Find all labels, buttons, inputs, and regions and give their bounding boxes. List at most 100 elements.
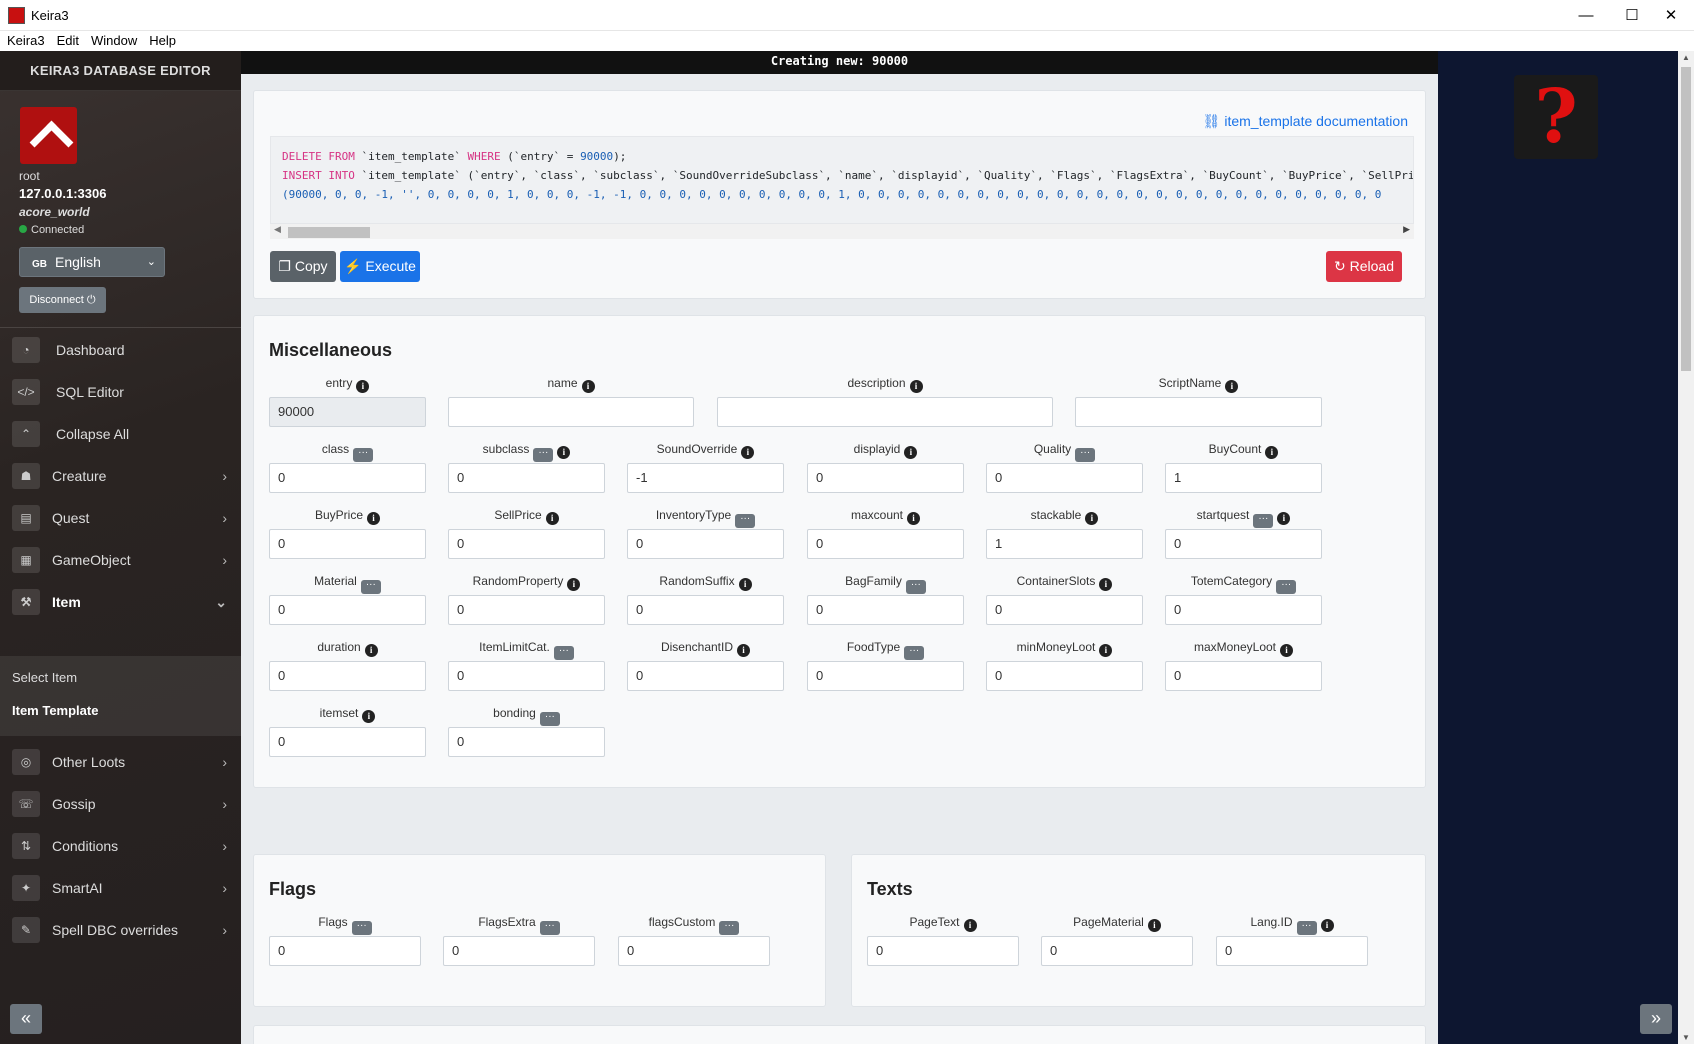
selector-button[interactable]: ··· (1276, 580, 1297, 594)
buyprice-input[interactable]: 0 (269, 529, 426, 559)
randomproperty-input[interactable]: 0 (448, 595, 605, 625)
duration-input[interactable]: 0 (269, 661, 426, 691)
description-input[interactable] (717, 397, 1053, 427)
scriptname-input[interactable] (1075, 397, 1322, 427)
sql-horizontal-scrollbar[interactable]: ◀ ▶ (270, 224, 1414, 239)
maxmoneyloot-input[interactable]: 0 (1165, 661, 1322, 691)
selector-button[interactable]: ··· (1075, 448, 1096, 462)
info-icon[interactable]: i (907, 512, 921, 525)
sidebar-item-sql-editor[interactable]: </> SQL Editor (0, 371, 241, 413)
selector-button[interactable]: ··· (905, 580, 926, 594)
copy-button[interactable]: ❐ Copy (270, 251, 336, 282)
containerslots-input[interactable]: 0 (986, 595, 1143, 625)
sidebar-subitem-item-template[interactable]: Item Template (12, 703, 98, 718)
menu-help[interactable]: Help (149, 31, 176, 48)
info-icon[interactable]: i (738, 578, 752, 591)
info-icon[interactable]: i (1099, 578, 1113, 591)
pagetext-input[interactable]: 0 (867, 936, 1019, 966)
flags-input[interactable]: 0 (269, 936, 421, 966)
startquest-input[interactable]: 0 (1165, 529, 1322, 559)
sellprice-input[interactable]: 0 (448, 529, 605, 559)
selector-button[interactable]: ··· (719, 921, 740, 935)
pagematerial-input[interactable]: 0 (1041, 936, 1193, 966)
sidebar-item-quest[interactable]: ▤ Quest › (0, 497, 241, 539)
sidebar-item-other-loots[interactable]: ◎ Other Loots › (0, 741, 241, 783)
class-input[interactable]: 0 (269, 463, 426, 493)
info-icon[interactable]: i (557, 446, 571, 459)
itemset-input[interactable]: 0 (269, 727, 426, 757)
sidebar-subitem-select-item[interactable]: Select Item (12, 670, 77, 685)
flagsextra-input[interactable]: 0 (443, 936, 595, 966)
selector-button[interactable]: ··· (904, 646, 925, 660)
selector-button[interactable]: ··· (1296, 921, 1317, 935)
execute-button[interactable]: ⚡ Execute (340, 251, 420, 282)
sidebar-item-creature[interactable]: ☗ Creature › (0, 455, 241, 497)
minmoneyloot-input[interactable]: 0 (986, 661, 1143, 691)
sidebar-item-gameobject[interactable]: ▦ GameObject › (0, 539, 241, 581)
lang-id-input[interactable]: 0 (1216, 936, 1368, 966)
maxcount-input[interactable]: 0 (807, 529, 964, 559)
info-icon[interactable]: i (741, 446, 755, 459)
selector-button[interactable]: ··· (1253, 514, 1274, 528)
info-icon[interactable]: i (362, 710, 376, 723)
sidebar-item-item[interactable]: ⚒ Item ⌄ (0, 581, 241, 623)
selector-button[interactable]: ··· (533, 448, 554, 462)
sidebar-item-collapse-all[interactable]: ⌃ Collapse All (0, 413, 241, 455)
sidebar-item-dashboard[interactable]: ◔ Dashboard (0, 329, 241, 371)
selector-button[interactable]: ··· (553, 646, 574, 660)
selector-button[interactable]: ··· (353, 448, 374, 462)
inventorytype-input[interactable]: 0 (627, 529, 784, 559)
info-icon[interactable]: i (1320, 919, 1334, 932)
info-icon[interactable]: i (909, 380, 923, 393)
documentation-link[interactable]: ⛓ item_template documentation (1203, 113, 1408, 130)
info-icon[interactable]: i (567, 578, 581, 591)
displayid-input[interactable]: 0 (807, 463, 964, 493)
quality-input[interactable]: 0 (986, 463, 1143, 493)
sidebar-item-smartai[interactable]: ✦ SmartAI › (0, 867, 241, 909)
scrollbar-thumb[interactable] (1681, 67, 1691, 371)
soundoverride-input[interactable]: -1 (627, 463, 784, 493)
selector-button[interactable]: ··· (360, 580, 381, 594)
vertical-scrollbar[interactable]: ▲ ▼ (1678, 51, 1694, 1044)
selector-button[interactable]: ··· (351, 921, 372, 935)
subclass-input[interactable]: 0 (448, 463, 605, 493)
collapse-sidebar-button[interactable]: « (10, 1004, 42, 1034)
selector-button[interactable]: ··· (539, 921, 560, 935)
language-select[interactable]: GB English ⌄ (19, 247, 165, 277)
disconnect-button[interactable]: Disconnect ⏻ (19, 287, 106, 313)
menu-edit[interactable]: Edit (57, 31, 79, 48)
info-icon[interactable]: i (1280, 644, 1294, 657)
menu-keira3[interactable]: Keira3 (7, 31, 45, 48)
selector-button[interactable]: ··· (539, 712, 560, 726)
info-icon[interactable]: i (1147, 919, 1161, 932)
info-icon[interactable]: i (904, 446, 918, 459)
info-icon[interactable]: i (1225, 380, 1239, 393)
totemcategory-input[interactable]: 0 (1165, 595, 1322, 625)
buycount-input[interactable]: 1 (1165, 463, 1322, 493)
reload-button[interactable]: ↻ Reload (1326, 251, 1402, 282)
info-icon[interactable]: i (364, 644, 378, 657)
foodtype-input[interactable]: 0 (807, 661, 964, 691)
disenchantid-input[interactable]: 0 (627, 661, 784, 691)
sidebar-item-conditions[interactable]: ⇅ Conditions › (0, 825, 241, 867)
info-icon[interactable]: i (367, 512, 381, 525)
sidebar-item-spell-dbc-overrides[interactable]: ✎ Spell DBC overrides › (0, 909, 241, 951)
info-icon[interactable]: i (1099, 644, 1113, 657)
expand-panel-button[interactable]: » (1640, 1004, 1672, 1034)
bagfamily-input[interactable]: 0 (807, 595, 964, 625)
sidebar-item-gossip[interactable]: ☏ Gossip › (0, 783, 241, 825)
bonding-input[interactable]: 0 (448, 727, 605, 757)
material-input[interactable]: 0 (269, 595, 426, 625)
info-icon[interactable]: i (1277, 512, 1291, 525)
close-button[interactable]: ✕ (1648, 0, 1694, 31)
info-icon[interactable]: i (737, 644, 751, 657)
info-icon[interactable]: i (356, 380, 370, 393)
itemlimitcat-input[interactable]: 0 (448, 661, 605, 691)
info-icon[interactable]: i (1085, 512, 1099, 525)
selector-button[interactable]: ··· (735, 514, 756, 528)
info-icon[interactable]: i (1265, 446, 1279, 459)
info-icon[interactable]: i (545, 512, 559, 525)
minimize-button[interactable]: — (1563, 0, 1609, 31)
scrollbar-thumb[interactable] (288, 227, 370, 238)
info-icon[interactable]: i (581, 380, 595, 393)
